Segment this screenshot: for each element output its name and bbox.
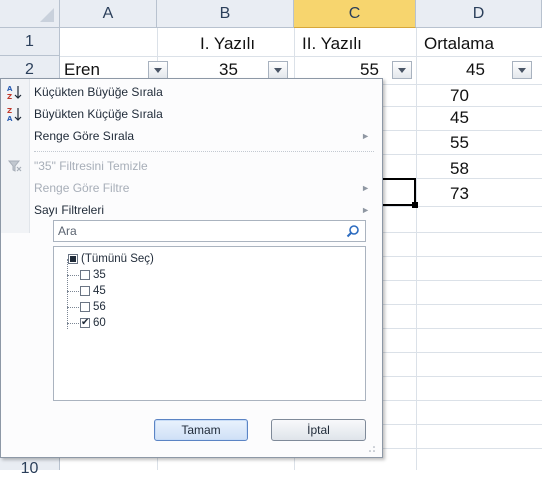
autofilter-menu: AZ Küçükten Büyüğe Sırala ZA Büyükten Kü… <box>0 78 383 458</box>
column-header-b[interactable]: B <box>157 0 294 28</box>
column-header-a[interactable]: A <box>60 0 157 28</box>
filter-option-label: 56 <box>93 301 106 313</box>
cell-d2[interactable]: 45 <box>466 56 485 84</box>
menu-item-clear-filter: "35" Filtresini Temizle <box>1 155 382 177</box>
checkbox[interactable] <box>80 286 90 296</box>
menu-item-sort-descending[interactable]: ZA Büyükten Küçüğe Sırala <box>1 103 382 125</box>
filter-value-list: (Tümünü Seç) 35 45 56 60 <box>53 246 366 401</box>
column-header-c[interactable]: C <box>294 0 416 28</box>
menu-item-number-filters[interactable]: Sayı Filtreleri ► <box>1 199 382 221</box>
clear-filter-icon <box>7 158 23 174</box>
cell-c1[interactable]: II. Yazılı <box>302 30 362 58</box>
grid-line <box>416 28 417 470</box>
filter-option-label: 60 <box>93 317 106 329</box>
cell-d6[interactable]: 58 <box>450 155 469 183</box>
filter-search-box[interactable]: Ara <box>53 220 366 242</box>
cell-d5[interactable]: 55 <box>450 129 469 157</box>
menu-item-sort-ascending[interactable]: AZ Küçükten Büyüğe Sırala <box>1 81 382 103</box>
filter-dropdown-b[interactable] <box>268 61 288 79</box>
sort-ascending-label: Küçükten Büyüğe Sırala <box>34 85 163 99</box>
cell-b1[interactable]: I. Yazılı <box>200 30 255 58</box>
filter-by-color-label: Renge Göre Filtre <box>34 181 130 195</box>
submenu-arrow-icon: ► <box>361 183 370 193</box>
tree-line <box>67 307 79 308</box>
search-icon <box>346 225 359 238</box>
select-all-corner[interactable] <box>0 0 60 28</box>
row-header-1[interactable]: 1 <box>0 28 60 56</box>
select-all-triangle <box>40 8 54 22</box>
tree-line <box>67 323 79 324</box>
filter-option-label: 35 <box>93 269 106 281</box>
menu-item-sort-by-color[interactable]: Renge Göre Sırala ► <box>1 125 382 147</box>
filter-dropdown-d[interactable] <box>512 61 532 79</box>
svg-text:Z: Z <box>7 107 12 115</box>
cell-d1[interactable]: Ortalama <box>424 30 494 58</box>
filter-option-label: 45 <box>93 285 106 297</box>
svg-text:Z: Z <box>7 93 12 100</box>
svg-text:A: A <box>7 85 13 93</box>
filter-dropdown-c[interactable] <box>392 61 412 79</box>
resize-grip-icon[interactable] <box>368 445 376 453</box>
cell-d7[interactable]: 73 <box>450 180 469 208</box>
menu-item-filter-by-color: Renge Göre Filtre ► <box>1 177 382 199</box>
menu-separator <box>34 151 374 152</box>
sort-ascending-icon: AZ <box>7 84 23 101</box>
filter-dropdown-a[interactable] <box>148 61 168 79</box>
tree-line <box>67 291 79 292</box>
submenu-arrow-icon: ► <box>361 205 370 215</box>
submenu-arrow-icon: ► <box>361 131 370 141</box>
tree-line <box>67 275 79 276</box>
ok-button[interactable]: Tamam <box>154 419 248 441</box>
checkbox[interactable] <box>80 302 90 312</box>
search-placeholder: Ara <box>58 224 77 238</box>
sort-descending-icon: ZA <box>7 106 23 123</box>
svg-text:A: A <box>7 115 13 122</box>
row-header-10[interactable]: 10 <box>0 456 60 477</box>
clear-filter-label: "35" Filtresini Temizle <box>34 159 148 173</box>
cell-d4[interactable]: 45 <box>450 104 469 132</box>
checkbox-partial[interactable] <box>68 254 78 264</box>
column-header-d[interactable]: D <box>416 0 542 28</box>
spreadsheet: A B C D 1 2 10 I. Yazılı II. Yazılı Orta… <box>0 0 542 477</box>
select-all-label: (Tümünü Seç) <box>81 253 154 265</box>
sort-descending-label: Büyükten Küçüğe Sırala <box>34 107 163 121</box>
tree-line <box>67 259 68 329</box>
checkbox[interactable] <box>80 270 90 280</box>
number-filters-label: Sayı Filtreleri <box>34 203 105 217</box>
sort-by-color-label: Renge Göre Sırala <box>34 129 135 143</box>
checkbox-checked[interactable] <box>80 315 90 331</box>
cancel-button[interactable]: İptal <box>271 419 366 441</box>
